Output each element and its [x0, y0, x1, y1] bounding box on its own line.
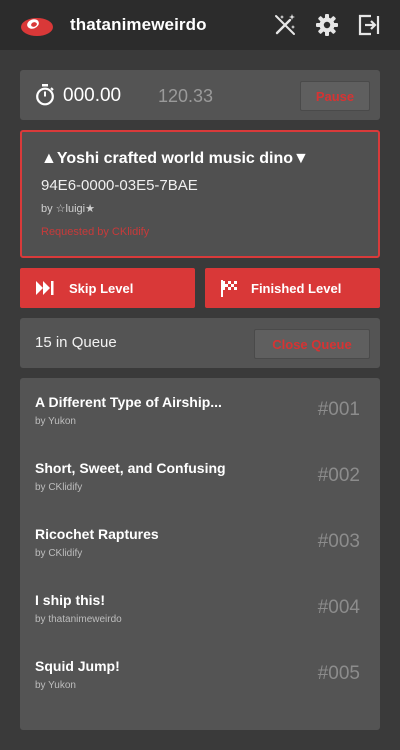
queue-list: A Different Type of Airship... by Yukon …: [20, 378, 380, 730]
queue-item-author: by Yukon: [35, 680, 76, 691]
queue-item-author: by thatanimeweirdo: [35, 614, 122, 625]
timer-value: 000.00: [63, 85, 122, 106]
queue-item-title: Short, Sweet, and Confusing: [35, 460, 226, 476]
queue-count: 15 in Queue: [35, 334, 117, 351]
queue-item[interactable]: Squid Jump! by Yukon #005: [20, 642, 380, 708]
queue-item-title: Ricochet Raptures: [35, 526, 159, 542]
level-requested-by: Requested by CKlidify: [41, 226, 150, 238]
username-label: thatanimeweirdo: [70, 15, 207, 34]
stopwatch-icon: [36, 84, 54, 106]
skip-forward-icon: [36, 281, 54, 295]
magic-wand-icon[interactable]: [273, 13, 297, 37]
queue-item-author: by CKlidify: [35, 482, 83, 493]
skip-level-button[interactable]: Skip Level: [20, 268, 195, 308]
queue-item[interactable]: Short, Sweet, and Confusing by CKlidify …: [20, 444, 380, 510]
queue-item[interactable]: A Different Type of Airship... by Yukon …: [20, 378, 380, 444]
queue-item-author: by Yukon: [35, 416, 76, 427]
close-queue-button[interactable]: Close Queue: [254, 329, 370, 359]
checkered-flag-icon: [221, 280, 237, 297]
queue-header-card: 15 in Queue Close Queue: [20, 318, 380, 368]
queue-item[interactable]: Ricochet Raptures by CKlidify #003: [20, 510, 380, 576]
queue-item-number: #004: [317, 597, 360, 618]
gear-icon[interactable]: [315, 13, 339, 37]
finished-level-label: Finished Level: [251, 281, 342, 296]
level-author: by ☆luigi★: [41, 203, 95, 215]
queue-item-number: #001: [317, 399, 360, 420]
timer-card: 000.00 120.33 Pause: [20, 70, 380, 120]
pause-button[interactable]: Pause: [300, 81, 370, 111]
current-level-card: ▲Yoshi crafted world music dino▼ 94E6-00…: [20, 130, 380, 258]
app-header: thatanimeweirdo: [0, 0, 400, 50]
queue-item-number: #002: [317, 465, 360, 486]
level-code: 94E6-0000-03E5-7BAE: [41, 177, 198, 194]
exit-icon[interactable]: [357, 13, 381, 37]
logo-icon: [21, 18, 53, 36]
queue-item-author: by CKlidify: [35, 548, 83, 559]
queue-item-title: I ship this!: [35, 592, 105, 608]
queue-item[interactable]: I ship this! by thatanimeweirdo #004: [20, 576, 380, 642]
queue-item-title: Squid Jump!: [35, 658, 120, 674]
finished-level-button[interactable]: Finished Level: [205, 268, 380, 308]
queue-item-number: #003: [317, 531, 360, 552]
queue-item-title: A Different Type of Airship...: [35, 394, 222, 410]
skip-level-label: Skip Level: [69, 281, 134, 296]
timer-secondary-value: 120.33: [158, 86, 214, 106]
queue-item-number: #005: [317, 663, 360, 684]
level-title: ▲Yoshi crafted world music dino▼: [41, 150, 309, 167]
